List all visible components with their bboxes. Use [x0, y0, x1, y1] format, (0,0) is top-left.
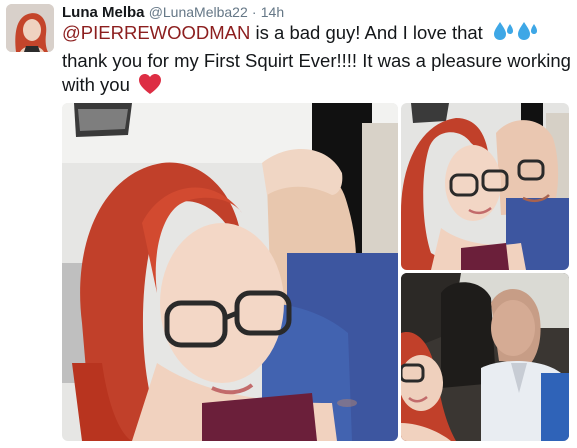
- author-avatar[interactable]: [6, 4, 54, 52]
- sweat-droplets-icon: [492, 20, 540, 49]
- red-heart-icon: [138, 73, 162, 102]
- author-handle[interactable]: @LunaMelba22: [149, 4, 248, 20]
- tweet-header: Luna Melba @LunaMelba22 · 14h: [62, 2, 284, 22]
- tweet-text: @PIERREWOODMAN is a bad guy! And I love …: [62, 20, 572, 102]
- tweet-text-line1: is a bad guy! And I love that: [250, 22, 483, 43]
- author-name[interactable]: Luna Melba: [62, 4, 145, 21]
- photo-car-selfie-bottom-right[interactable]: [401, 273, 569, 441]
- photo-selfie-top-right[interactable]: [401, 103, 569, 270]
- header-separator: ·: [251, 4, 257, 20]
- avatar-image: [6, 4, 54, 52]
- mention-link[interactable]: @PIERREWOODMAN: [62, 22, 250, 43]
- tweet-text-line3: with you: [62, 74, 130, 95]
- tweet-timestamp[interactable]: 14h: [261, 4, 284, 20]
- car-selfie-image: [401, 273, 569, 441]
- selfie-main-image: [62, 103, 398, 441]
- tweet-text-line2: thank you for my First Squirt Ever!!!! I…: [62, 49, 571, 71]
- selfie-top-right-image: [401, 103, 569, 270]
- photo-selfie-main[interactable]: [62, 103, 398, 441]
